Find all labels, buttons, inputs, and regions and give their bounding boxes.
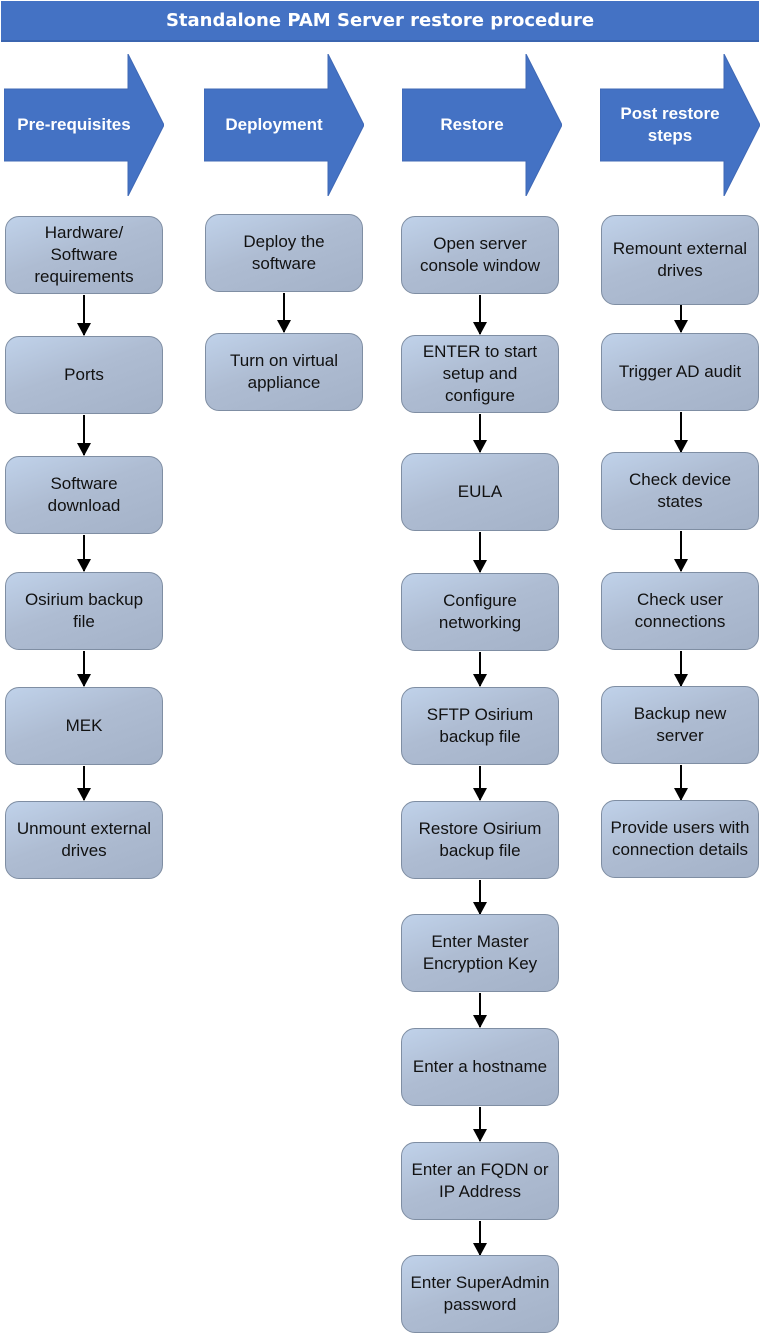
connector-arrow xyxy=(674,531,688,572)
step-box: EULA xyxy=(401,453,559,531)
step-box: Enter an FQDN or IP Address xyxy=(401,1142,559,1220)
connector-arrow xyxy=(674,651,688,687)
step-box: Turn on virtual appliance xyxy=(205,333,363,411)
phase-label: Deployment xyxy=(225,115,323,134)
phase-arrow-restore: Restore xyxy=(402,54,562,196)
connector-arrow xyxy=(473,532,487,573)
connector-arrow xyxy=(77,651,91,687)
connector-arrow xyxy=(277,293,291,333)
step-box: MEK xyxy=(5,687,163,765)
step-box: Software download xyxy=(5,456,163,534)
step-box: Open server console window xyxy=(401,216,559,294)
step-box: Enter a hostname xyxy=(401,1028,559,1106)
step-box: Enter SuperAdmin password xyxy=(401,1255,559,1333)
phase-arrow-post-restore: Post restore steps xyxy=(600,54,760,196)
connector-arrow xyxy=(77,415,91,456)
step-box: Restore Osirium backup file xyxy=(401,801,559,879)
step-box: Check user connections xyxy=(601,572,759,650)
connector-arrow xyxy=(473,652,487,687)
step-box: Osirium backup file xyxy=(5,572,163,650)
step-box: ENTER to start setup and configure xyxy=(401,335,559,413)
connector-arrow xyxy=(473,1107,487,1142)
connector-arrow xyxy=(77,535,91,572)
phase-label: Restore xyxy=(440,115,504,134)
phase-label: Pre-requisites xyxy=(17,115,131,134)
step-box: Backup new server xyxy=(601,686,759,764)
connector-arrow xyxy=(473,295,487,335)
step-box: Deploy the software xyxy=(205,214,363,292)
step-box: Trigger AD audit xyxy=(601,333,759,411)
step-box: Remount external drives xyxy=(601,215,759,305)
diagram-title: Standalone PAM Server restore procedure xyxy=(1,1,759,42)
step-box: Enter Master Encryption Key xyxy=(401,914,559,992)
connector-arrow xyxy=(473,766,487,801)
connector-arrow xyxy=(77,295,91,336)
step-box: Ports xyxy=(5,336,163,414)
connector-arrow xyxy=(77,766,91,801)
connector-arrow xyxy=(674,412,688,453)
phase-arrow-prerequisites: Pre-requisites xyxy=(4,54,164,196)
step-box: Unmount external drives xyxy=(5,801,163,879)
phase-arrow-deployment: Deployment xyxy=(204,54,364,196)
step-box: Hardware/ Software requirements xyxy=(5,216,163,294)
connector-arrow xyxy=(473,414,487,453)
connector-arrow xyxy=(473,993,487,1028)
connector-arrow xyxy=(473,1221,487,1256)
connector-arrow xyxy=(674,765,688,801)
step-box: Configure networking xyxy=(401,573,559,651)
step-box: Check device states xyxy=(601,452,759,530)
step-box: Provide users with connection details xyxy=(601,800,759,878)
step-box: SFTP Osirium backup file xyxy=(401,687,559,765)
phase-label: Post restore steps xyxy=(620,104,720,145)
connector-arrow xyxy=(473,880,487,915)
connector-arrow xyxy=(674,305,688,333)
